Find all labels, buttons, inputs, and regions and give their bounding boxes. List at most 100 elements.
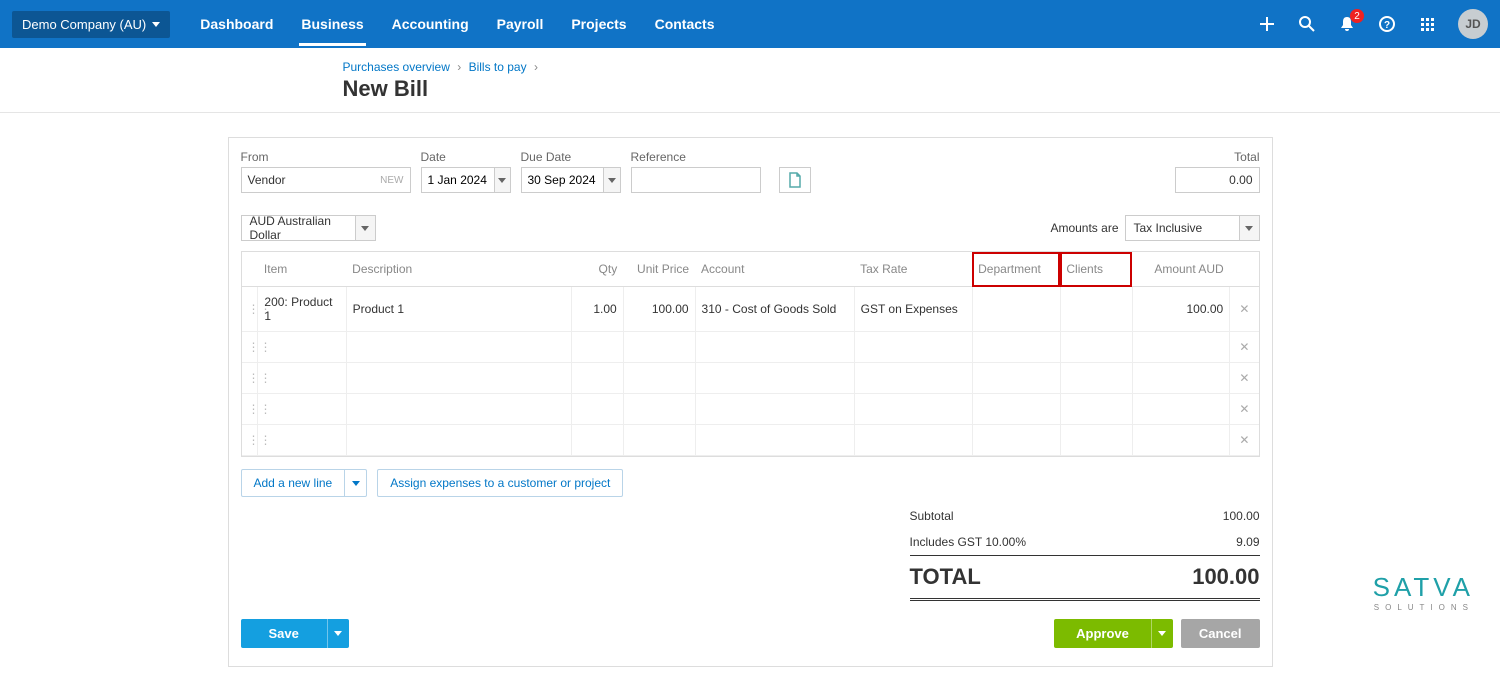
reference-input[interactable] bbox=[631, 167, 761, 193]
due-dropdown[interactable] bbox=[604, 167, 620, 193]
amounts-are-select[interactable]: Tax Inclusive bbox=[1125, 215, 1260, 241]
cell-description[interactable] bbox=[346, 363, 572, 394]
logo-sub: SOLUTIONS bbox=[1373, 603, 1474, 612]
assign-expenses-button[interactable]: Assign expenses to a customer or project bbox=[377, 469, 623, 497]
nav-projects[interactable]: Projects bbox=[557, 2, 640, 46]
cell-amount[interactable]: 100.00 bbox=[1132, 287, 1229, 332]
nav-payroll[interactable]: Payroll bbox=[483, 2, 558, 46]
cell-account[interactable]: 310 - Cost of Goods Sold bbox=[695, 287, 854, 332]
cell-description[interactable] bbox=[346, 332, 572, 363]
cell-department[interactable] bbox=[972, 394, 1060, 425]
drag-handle-icon[interactable]: ⋮⋮ bbox=[242, 363, 258, 394]
amounts-dropdown[interactable] bbox=[1240, 215, 1260, 241]
date-dropdown[interactable] bbox=[495, 167, 511, 193]
reference-label: Reference bbox=[631, 150, 761, 164]
cell-qty[interactable] bbox=[572, 394, 623, 425]
nav-contacts[interactable]: Contacts bbox=[641, 2, 729, 46]
delete-row-icon[interactable]: ✕ bbox=[1230, 287, 1259, 332]
search-icon[interactable] bbox=[1298, 15, 1316, 33]
cell-tax-rate[interactable] bbox=[854, 332, 972, 363]
add-line-caret[interactable] bbox=[345, 469, 367, 497]
cell-unit-price[interactable] bbox=[623, 363, 695, 394]
cell-account[interactable] bbox=[695, 363, 854, 394]
cell-clients[interactable] bbox=[1060, 332, 1132, 363]
breadcrumb-link-2[interactable]: Bills to pay bbox=[469, 60, 527, 74]
cell-tax-rate[interactable] bbox=[854, 394, 972, 425]
approve-caret[interactable] bbox=[1151, 619, 1173, 648]
drag-handle-icon[interactable]: ⋮⋮ bbox=[242, 394, 258, 425]
from-input[interactable]: Vendor NEW bbox=[241, 167, 411, 193]
cell-clients[interactable] bbox=[1060, 287, 1132, 332]
col-description: Description bbox=[346, 252, 572, 287]
cell-description[interactable] bbox=[346, 394, 572, 425]
save-caret[interactable] bbox=[327, 619, 349, 648]
cell-unit-price[interactable]: 100.00 bbox=[623, 287, 695, 332]
table-row[interactable]: ⋮⋮ ✕ bbox=[242, 394, 1259, 425]
breadcrumb-link-1[interactable]: Purchases overview bbox=[343, 60, 450, 74]
drag-handle-icon[interactable]: ⋮⋮ bbox=[242, 425, 258, 456]
currency-select[interactable]: AUD Australian Dollar bbox=[241, 215, 376, 241]
nav-accounting[interactable]: Accounting bbox=[378, 2, 483, 46]
delete-row-icon[interactable]: ✕ bbox=[1230, 332, 1259, 363]
date-input[interactable] bbox=[421, 167, 495, 193]
cell-amount[interactable] bbox=[1132, 332, 1229, 363]
cell-qty[interactable] bbox=[572, 332, 623, 363]
col-account: Account bbox=[695, 252, 854, 287]
apps-icon[interactable] bbox=[1418, 15, 1436, 33]
cell-department[interactable] bbox=[972, 363, 1060, 394]
subtotal-label: Subtotal bbox=[910, 509, 954, 523]
help-icon[interactable]: ? bbox=[1378, 15, 1396, 33]
delete-row-icon[interactable]: ✕ bbox=[1230, 363, 1259, 394]
bill-panel: From Vendor NEW Date Due Date bbox=[228, 137, 1273, 667]
cell-description[interactable] bbox=[346, 425, 572, 456]
table-row[interactable]: ⋮⋮ ✕ bbox=[242, 332, 1259, 363]
cell-tax-rate[interactable] bbox=[854, 363, 972, 394]
delete-row-icon[interactable]: ✕ bbox=[1230, 425, 1259, 456]
nav-dashboard[interactable]: Dashboard bbox=[186, 2, 287, 46]
delete-row-icon[interactable]: ✕ bbox=[1230, 394, 1259, 425]
avatar[interactable]: JD bbox=[1458, 9, 1488, 39]
cell-amount[interactable] bbox=[1132, 363, 1229, 394]
table-row[interactable]: ⋮⋮ ✕ bbox=[242, 425, 1259, 456]
cell-tax-rate[interactable] bbox=[854, 425, 972, 456]
cell-description[interactable]: Product 1 bbox=[346, 287, 572, 332]
cell-department[interactable] bbox=[972, 287, 1060, 332]
drag-handle-icon[interactable]: ⋮⋮ bbox=[242, 287, 258, 332]
cell-account[interactable] bbox=[695, 425, 854, 456]
col-item: Item bbox=[258, 252, 346, 287]
cell-tax-rate[interactable]: GST on Expenses bbox=[854, 287, 972, 332]
org-selector[interactable]: Demo Company (AU) bbox=[12, 11, 170, 38]
cell-department[interactable] bbox=[972, 425, 1060, 456]
cell-amount[interactable] bbox=[1132, 425, 1229, 456]
approve-button[interactable]: Approve bbox=[1054, 619, 1151, 648]
currency-dropdown[interactable] bbox=[356, 215, 376, 241]
cell-account[interactable] bbox=[695, 332, 854, 363]
notification-icon[interactable]: 2 bbox=[1338, 15, 1356, 33]
cell-unit-price[interactable] bbox=[623, 332, 695, 363]
due-input[interactable] bbox=[521, 167, 605, 193]
add-icon[interactable] bbox=[1258, 15, 1276, 33]
attach-file-button[interactable] bbox=[779, 167, 811, 193]
drag-handle-icon[interactable]: ⋮⋮ bbox=[242, 332, 258, 363]
table-row[interactable]: ⋮⋮ 200: Product 1 Product 1 1.00 100.00 … bbox=[242, 287, 1259, 332]
table-row[interactable]: ⋮⋮ ✕ bbox=[242, 363, 1259, 394]
cancel-button[interactable]: Cancel bbox=[1181, 619, 1260, 648]
cell-department[interactable] bbox=[972, 332, 1060, 363]
save-button[interactable]: Save bbox=[241, 619, 327, 648]
cell-qty[interactable] bbox=[572, 363, 623, 394]
amounts-are-label: Amounts are bbox=[1050, 221, 1118, 235]
page-title: New Bill bbox=[343, 76, 1273, 102]
cell-unit-price[interactable] bbox=[623, 394, 695, 425]
cell-clients[interactable] bbox=[1060, 425, 1132, 456]
cell-account[interactable] bbox=[695, 394, 854, 425]
cell-unit-price[interactable] bbox=[623, 425, 695, 456]
cell-qty[interactable]: 1.00 bbox=[572, 287, 623, 332]
notification-badge: 2 bbox=[1350, 9, 1364, 23]
cell-clients[interactable] bbox=[1060, 363, 1132, 394]
nav-business[interactable]: Business bbox=[287, 2, 377, 46]
field-from: From Vendor NEW bbox=[241, 150, 411, 193]
cell-clients[interactable] bbox=[1060, 394, 1132, 425]
cell-qty[interactable] bbox=[572, 425, 623, 456]
add-line-button[interactable]: Add a new line bbox=[241, 469, 346, 497]
cell-amount[interactable] bbox=[1132, 394, 1229, 425]
